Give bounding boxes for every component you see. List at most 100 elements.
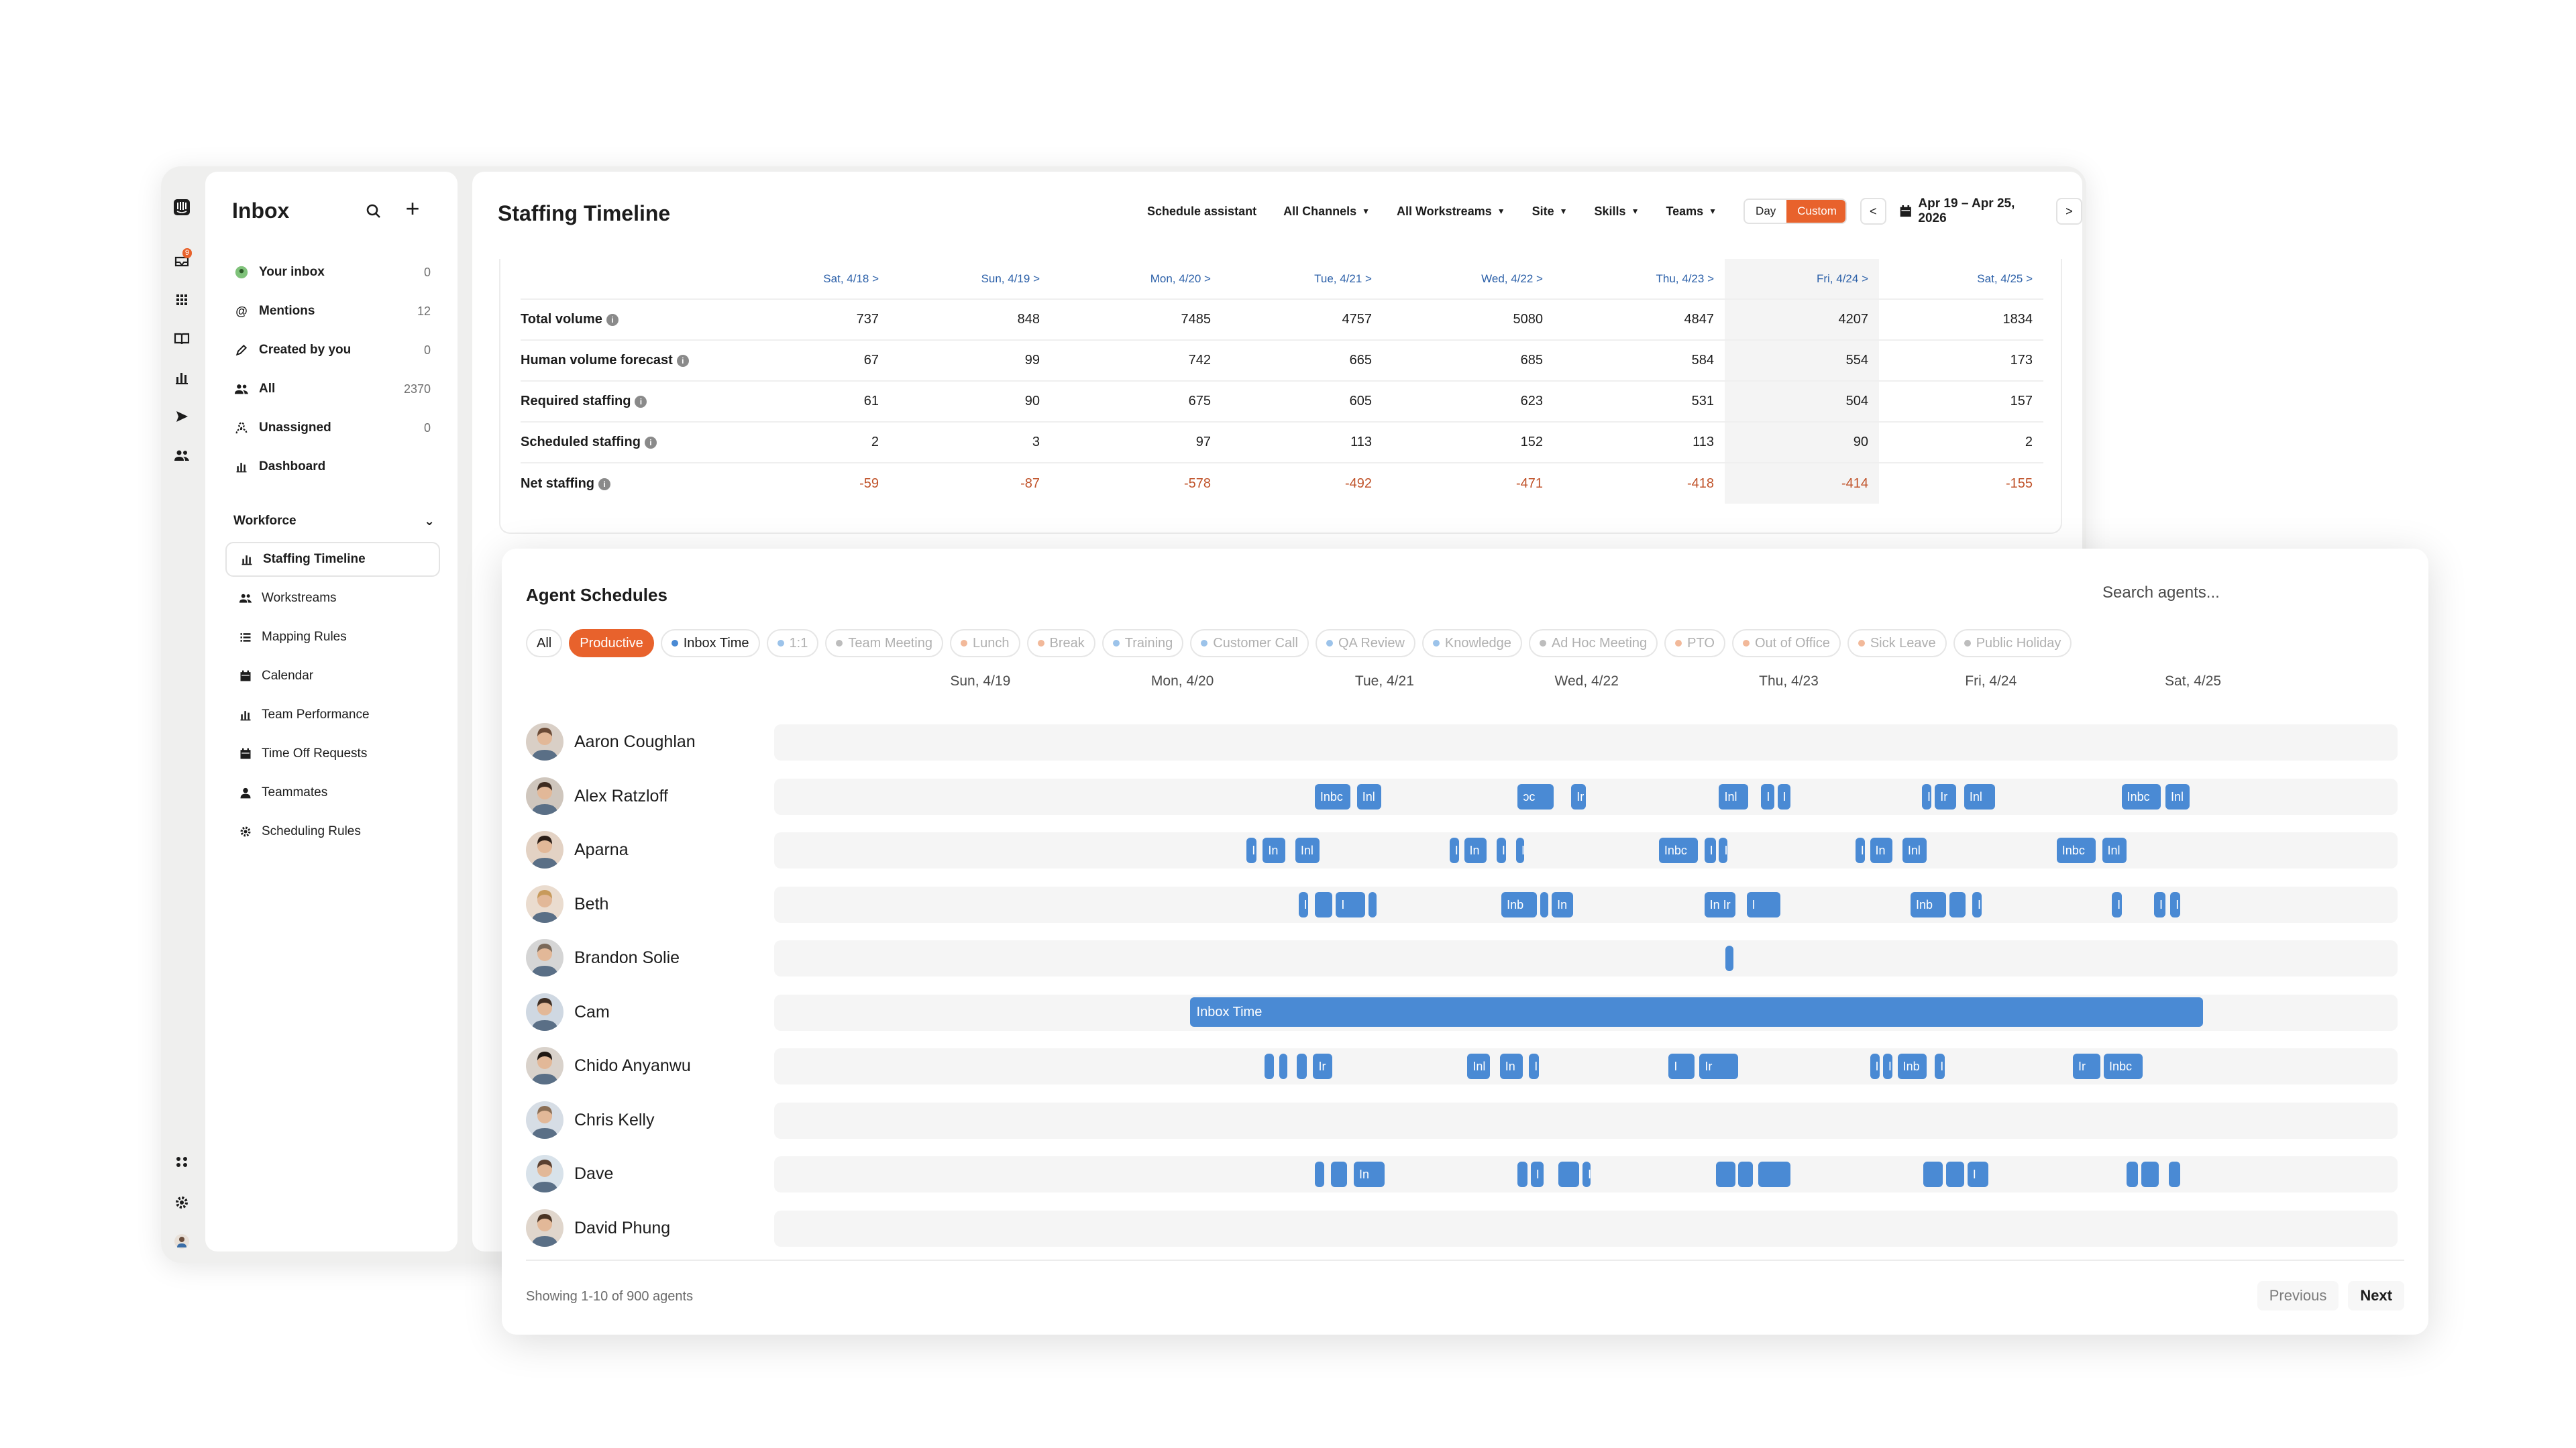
- inbox-time-block[interactable]: I: [2170, 891, 2180, 917]
- filter-chip-team-meeting[interactable]: Team Meeting: [825, 629, 943, 657]
- inbox-time-block[interactable]: [2141, 1162, 2159, 1187]
- filter-chip-knowledge[interactable]: Knowledge: [1421, 629, 1522, 657]
- day-column-header[interactable]: Thu, 4/23 >: [1554, 259, 1725, 299]
- workforce-section-header[interactable]: Workforce ⌄: [233, 514, 435, 529]
- agent-name[interactable]: Chido Anyanwu: [574, 1056, 691, 1076]
- info-icon[interactable]: i: [606, 314, 619, 326]
- inbox-time-block[interactable]: Inb: [1501, 891, 1538, 917]
- app-logo-icon[interactable]: [169, 194, 195, 220]
- inbox-time-block[interactable]: I: [1530, 1162, 1544, 1187]
- sidebar-item-staffing-timeline[interactable]: Staffing Timeline: [225, 542, 440, 577]
- inbox-time-block[interactable]: [1946, 1162, 1964, 1187]
- avatar[interactable]: [526, 1209, 564, 1247]
- inbox-time-block[interactable]: Inb: [1897, 1054, 1927, 1079]
- avatar[interactable]: [526, 777, 564, 815]
- schedule-track[interactable]: Inbc Inl ɔc Ir Inl I I I Ir Inl Inbc Inl: [774, 778, 2398, 815]
- inbox-time-block[interactable]: Inl: [1964, 783, 1995, 810]
- contacts-icon[interactable]: [169, 443, 195, 468]
- day-column-header[interactable]: Sat, 4/25 >: [1879, 259, 2043, 299]
- inbox-time-block[interactable]: I: [1298, 891, 1309, 917]
- sidebar-item-your-inbox[interactable]: Your inbox 0: [225, 256, 440, 288]
- filter-chip-public-holiday[interactable]: Public Holiday: [1953, 629, 2072, 657]
- inbox-time-block[interactable]: ɔc: [1517, 783, 1554, 810]
- info-icon[interactable]: i: [676, 355, 689, 367]
- sidebar-item-unassigned[interactable]: Unassigned 0: [225, 412, 440, 444]
- people-group-icon[interactable]: [169, 1150, 195, 1175]
- prev-range-button[interactable]: <: [1860, 198, 1886, 225]
- inbox-time-block[interactable]: [1368, 891, 1377, 917]
- inbox-time-block[interactable]: Inl: [1356, 783, 1382, 810]
- inbox-time-block[interactable]: Inbc: [2103, 1054, 2143, 1079]
- day-column-header[interactable]: Sun, 4/19 >: [890, 259, 1051, 299]
- day-view-button[interactable]: Day: [1745, 200, 1786, 223]
- inbox-time-block[interactable]: Inbc: [2121, 783, 2161, 810]
- agent-name[interactable]: Alex Ratzloff: [574, 787, 668, 806]
- inbox-time-block[interactable]: I: [1777, 783, 1790, 810]
- search-icon[interactable]: [364, 201, 384, 221]
- sidebar-item-mapping-rules[interactable]: Mapping Rules: [225, 620, 440, 655]
- sidebar-item-created-by-you[interactable]: Created by you 0: [225, 334, 440, 366]
- inbox-time-block[interactable]: I: [1935, 1054, 1945, 1079]
- teams-dropdown[interactable]: Teams ▼: [1655, 197, 1727, 225]
- date-range-picker[interactable]: Apr 19 – Apr 25, 2026: [1892, 197, 2051, 226]
- inbox-time-block[interactable]: [2168, 1162, 2180, 1187]
- day-column-header[interactable]: Wed, 4/22 >: [1383, 259, 1554, 299]
- sidebar-item-calendar[interactable]: Calendar: [225, 659, 440, 693]
- avatar[interactable]: [526, 723, 564, 761]
- filter-chip-all[interactable]: All: [526, 629, 563, 657]
- schedule-track[interactable]: [774, 1210, 2398, 1247]
- inbox-time-block[interactable]: I: [1515, 838, 1524, 863]
- next-page-button[interactable]: Next: [2348, 1281, 2404, 1311]
- inbox-time-block[interactable]: In: [1464, 838, 1487, 863]
- filter-chip-break[interactable]: Break: [1026, 629, 1095, 657]
- inbox-icon[interactable]: 9: [169, 248, 195, 274]
- inbox-time-block[interactable]: I: [1855, 838, 1866, 863]
- inbox-time-block[interactable]: I: [1882, 1054, 1893, 1079]
- inbox-time-block[interactable]: [1264, 1054, 1275, 1079]
- inbox-time-block[interactable]: [1297, 1054, 1307, 1079]
- schedule-track[interactable]: [774, 724, 2398, 761]
- agent-name[interactable]: Beth: [574, 895, 608, 914]
- inbox-time-block[interactable]: [1758, 1162, 1790, 1187]
- schedule-track[interactable]: Ir Inl In I I Ir I I Inb I Ir Inbc: [774, 1048, 2398, 1084]
- inbox-time-block[interactable]: I: [1582, 1162, 1591, 1187]
- agent-name[interactable]: Aaron Coughlan: [574, 732, 696, 752]
- user-avatar-icon[interactable]: [169, 1229, 195, 1254]
- inbox-time-block[interactable]: In: [1353, 1162, 1385, 1187]
- inbox-time-block[interactable]: Ir: [1935, 783, 1956, 810]
- filter-chip-1-1[interactable]: 1:1: [766, 629, 819, 657]
- inbox-time-block[interactable]: [1279, 1054, 1287, 1079]
- inbox-time-block[interactable]: Ir: [1313, 1054, 1333, 1079]
- workstreams-dropdown[interactable]: All Workstreams ▼: [1386, 197, 1516, 225]
- inbox-time-block[interactable]: Ir: [1699, 1054, 1739, 1079]
- reports-icon[interactable]: [169, 365, 195, 390]
- schedule-track[interactable]: In I I I: [774, 1156, 2398, 1192]
- avatar[interactable]: [526, 939, 564, 977]
- filter-chip-sick-leave[interactable]: Sick Leave: [1847, 629, 1947, 657]
- inbox-time-block[interactable]: Inl: [2102, 838, 2127, 863]
- custom-view-button[interactable]: Custom: [1786, 200, 1845, 223]
- inbox-time-block[interactable]: I: [1761, 783, 1774, 810]
- inbox-time-block[interactable]: Inl: [2165, 783, 2190, 810]
- settings-gear-icon[interactable]: [169, 1190, 195, 1215]
- filter-chip-productive[interactable]: Productive: [569, 629, 654, 657]
- skills-dropdown[interactable]: Skills ▼: [1584, 197, 1650, 225]
- inbox-time-block[interactable]: [1314, 1162, 1325, 1187]
- inbox-time-block[interactable]: [1540, 891, 1549, 917]
- sidebar-item-teammates[interactable]: Teammates: [225, 775, 440, 810]
- filter-chip-out-of-office[interactable]: Out of Office: [1731, 629, 1841, 657]
- agent-name[interactable]: Chris Kelly: [574, 1111, 654, 1130]
- inbox-time-block[interactable]: In: [1552, 891, 1573, 917]
- inbox-time-block[interactable]: Inl: [1467, 1054, 1491, 1079]
- day-column-header[interactable]: Mon, 4/20 >: [1051, 259, 1222, 299]
- inbox-time-block[interactable]: I: [1449, 838, 1460, 863]
- inbox-time-block[interactable]: [2126, 1162, 2138, 1187]
- avatar[interactable]: [526, 885, 564, 923]
- avatar[interactable]: [526, 831, 564, 869]
- next-range-button[interactable]: >: [2055, 198, 2083, 225]
- sidebar-item-team-performance[interactable]: Team Performance: [225, 698, 440, 732]
- inbox-time-block[interactable]: [1725, 946, 1734, 971]
- info-icon[interactable]: i: [644, 437, 657, 449]
- filter-chip-customer-call[interactable]: Customer Call: [1190, 629, 1309, 657]
- plus-icon[interactable]: +: [401, 197, 424, 221]
